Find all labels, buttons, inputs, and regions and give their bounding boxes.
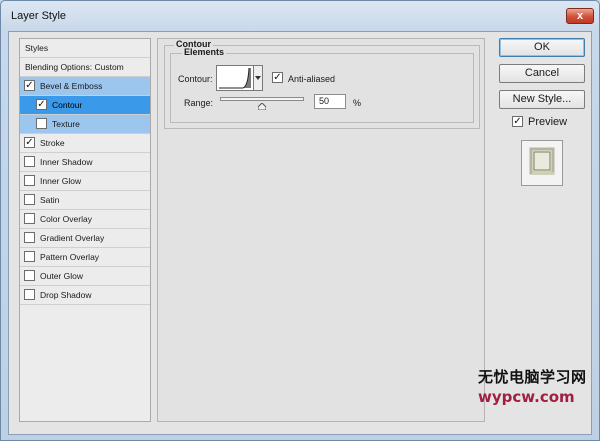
- style-item-checkbox[interactable]: [24, 289, 35, 300]
- style-item-satin[interactable]: Satin: [20, 191, 150, 210]
- watermark: 无忧电脑学习网 wypcw.com: [478, 366, 598, 406]
- style-item-checkbox[interactable]: ✓: [36, 99, 47, 110]
- checkmark-icon: ✓: [513, 116, 522, 127]
- style-item-checkbox[interactable]: [24, 175, 35, 186]
- contour-dropdown-arrow[interactable]: [254, 65, 263, 91]
- style-item-checkbox[interactable]: [36, 118, 47, 129]
- preview-checkbox[interactable]: ✓: [512, 116, 523, 127]
- watermark-chinese-text: 无忧电脑学习网: [478, 368, 587, 386]
- style-item-label: Drop Shadow: [40, 290, 92, 300]
- range-label: Range:: [184, 98, 214, 108]
- style-item-label: Satin: [40, 195, 60, 205]
- style-item-checkbox[interactable]: ✓: [24, 80, 35, 91]
- cancel-button[interactable]: Cancel: [499, 64, 585, 83]
- contour-picker[interactable]: [216, 65, 254, 91]
- style-item-color-overlay[interactable]: Color Overlay: [20, 210, 150, 229]
- range-slider-thumb[interactable]: [257, 102, 267, 111]
- checkmark-icon: ✓: [273, 72, 282, 83]
- style-item-checkbox[interactable]: [24, 156, 35, 167]
- contour-curve-icon: [219, 67, 251, 89]
- checkmark-icon: ✓: [37, 99, 46, 110]
- style-item-checkbox[interactable]: [24, 232, 35, 243]
- style-item-label: Outer Glow: [40, 271, 83, 281]
- blending-options-item[interactable]: Blending Options: Custom: [20, 58, 150, 77]
- styles-header[interactable]: Styles: [20, 39, 150, 58]
- style-item-label: Contour: [52, 100, 83, 110]
- style-item-outer-glow[interactable]: Outer Glow: [20, 267, 150, 286]
- checkmark-icon: ✓: [25, 80, 34, 91]
- style-item-label: Stroke: [40, 138, 65, 148]
- style-item-label: Gradient Overlay: [40, 233, 105, 243]
- ok-button[interactable]: OK: [499, 38, 585, 57]
- watermark-url: wypcw.com: [478, 388, 575, 406]
- preview-image: [529, 147, 555, 175]
- styles-list: Styles Blending Options: Custom ✓ Bevel &…: [19, 38, 151, 422]
- contour-settings-panel: Contour Elements Contour: ✓ Anti-aliased…: [157, 38, 485, 422]
- style-item-gradient-overlay[interactable]: Gradient Overlay: [20, 229, 150, 248]
- style-item-checkbox[interactable]: [24, 270, 35, 281]
- contour-label: Contour:: [178, 74, 213, 84]
- style-item-label: Color Overlay: [40, 214, 92, 224]
- style-item-label: Texture: [52, 119, 80, 129]
- checkmark-icon: ✓: [25, 137, 34, 148]
- anti-aliased-label: Anti-aliased: [288, 74, 336, 84]
- style-item-bevel-emboss[interactable]: ✓ Bevel & Emboss: [20, 77, 150, 96]
- style-item-checkbox[interactable]: [24, 194, 35, 205]
- style-item-pattern-overlay[interactable]: Pattern Overlay: [20, 248, 150, 267]
- style-item-label: Pattern Overlay: [40, 252, 100, 262]
- style-item-inner-shadow[interactable]: Inner Shadow: [20, 153, 150, 172]
- range-slider-track[interactable]: [220, 97, 304, 101]
- style-item-label: Inner Glow: [40, 176, 82, 186]
- blending-options-label: Blending Options: Custom: [25, 62, 124, 72]
- style-item-checkbox[interactable]: ✓: [24, 137, 35, 148]
- layer-style-window: Layer Style x Styles Blending Options: C…: [0, 0, 600, 441]
- style-item-contour[interactable]: ✓ Contour: [20, 96, 150, 115]
- style-item-checkbox[interactable]: [24, 251, 35, 262]
- style-item-texture[interactable]: Texture: [20, 115, 150, 134]
- style-item-label: Bevel & Emboss: [40, 81, 103, 91]
- title-bar: Layer Style x: [1, 1, 599, 31]
- range-value-input[interactable]: 50: [314, 94, 346, 109]
- style-item-inner-glow[interactable]: Inner Glow: [20, 172, 150, 191]
- preview-label: Preview: [528, 116, 568, 128]
- close-icon: x: [576, 10, 584, 22]
- style-preview-thumbnail: [521, 140, 563, 186]
- styles-header-label: Styles: [25, 43, 49, 53]
- style-item-label: Inner Shadow: [40, 157, 93, 167]
- elements-group-title: Elements: [182, 47, 227, 57]
- anti-aliased-checkbox[interactable]: ✓: [272, 72, 283, 83]
- style-item-drop-shadow[interactable]: Drop Shadow: [20, 286, 150, 305]
- close-button[interactable]: x: [566, 8, 594, 24]
- range-unit: %: [353, 98, 362, 108]
- style-item-checkbox[interactable]: [24, 213, 35, 224]
- window-title: Layer Style: [11, 10, 67, 22]
- new-style-button[interactable]: New Style...: [499, 90, 585, 109]
- style-item-stroke[interactable]: ✓ Stroke: [20, 134, 150, 153]
